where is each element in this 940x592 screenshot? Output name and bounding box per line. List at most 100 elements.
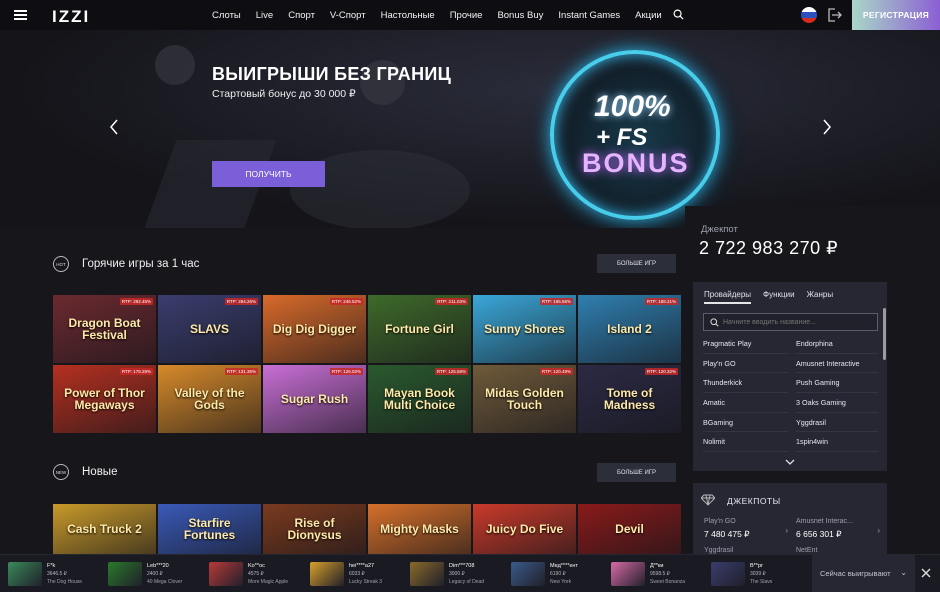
game-title: Starfire Fortunes xyxy=(183,516,236,542)
game-tile[interactable]: Rise of Dionysus xyxy=(263,504,366,554)
tab-genres[interactable]: Жанры xyxy=(807,290,834,304)
game-tile[interactable]: Fortune Girl RTP: 211.03% xyxy=(368,295,471,363)
tab-features[interactable]: Функции xyxy=(763,290,795,304)
game-tile[interactable]: SLAVS RTP: 284.26% xyxy=(158,295,261,363)
game-title: Dragon Boat Festival xyxy=(68,316,141,342)
provider-item[interactable]: Nolimit xyxy=(703,432,788,453)
game-tile[interactable]: Power of Thor Megaways RTP: 178.29% xyxy=(53,365,156,433)
hot-games-grid: Dragon Boat Festival RTP: 292.45% SLAVS RTP… xyxy=(53,295,681,433)
providers-list: Pragmatic Play Endorphina Play'n GO Amusnet… xyxy=(703,334,878,453)
new-icon: NEW xyxy=(53,464,69,480)
provider-item[interactable]: Amusnet Interactive xyxy=(796,354,878,374)
win-user: Ko**oc xyxy=(248,563,265,569)
bonus-art-line3: BONUS xyxy=(582,148,690,178)
game-title: Juicy Do Five xyxy=(485,522,564,536)
win-game: Sweet Bonanza xyxy=(650,579,686,585)
game-tile[interactable]: Devil xyxy=(578,504,681,554)
game-tile[interactable]: Mayan Book Multi Choice RTP: 125.58% xyxy=(368,365,471,433)
provider-item[interactable]: 3 Oaks Gaming xyxy=(796,393,878,413)
recent-win-item[interactable]: Leb***20 2400 ₽ 40 Mega Clover xyxy=(108,561,182,587)
close-icon[interactable] xyxy=(920,567,932,579)
game-tile[interactable]: Juicy Do Five xyxy=(473,504,576,554)
chevron-down-icon[interactable] xyxy=(785,458,795,466)
game-tile[interactable]: Valley of the Gods RTP: 131.35% xyxy=(158,365,261,433)
recent-win-item[interactable]: hei****a27 6033 ₽ Lucky Streak 3 xyxy=(310,561,382,587)
jackpot-card[interactable]: Amusnet Interac... 6 656 301 ₽ › xyxy=(796,518,884,546)
nav-promotions[interactable]: Акции xyxy=(635,10,662,21)
nav-slots[interactable]: Слоты xyxy=(212,10,241,21)
game-tile[interactable]: Tome of Madness RTP: 120.32% xyxy=(578,365,681,433)
nav-sport[interactable]: Спорт xyxy=(288,10,315,21)
nav-vsport[interactable]: V-Спорт xyxy=(330,10,366,21)
game-tile[interactable]: Sunny Shores RTP: 195.56% xyxy=(473,295,576,363)
win-user: В**рг xyxy=(750,563,764,569)
tab-providers[interactable]: Провайдеры xyxy=(704,290,752,304)
chevron-down-icon: ⌄ xyxy=(900,568,907,577)
login-icon[interactable] xyxy=(826,7,842,23)
game-tile[interactable]: Cash Truck 2 xyxy=(53,504,156,554)
game-tile[interactable]: Mighty Masks xyxy=(368,504,471,554)
jackpot-card-name: NetEnt xyxy=(796,547,818,554)
diamond-icon xyxy=(701,494,715,506)
provider-search xyxy=(703,313,878,331)
provider-item[interactable]: Yggdrasil xyxy=(796,413,878,433)
game-tile[interactable]: Dig Dig Digger RTP: 246.52% xyxy=(263,295,366,363)
game-thumbnail xyxy=(410,562,444,586)
site-logo[interactable]: IZZI xyxy=(52,7,90,27)
search-icon[interactable] xyxy=(673,9,684,20)
game-title: Sunny Shores xyxy=(484,322,565,336)
get-bonus-button[interactable]: ПОЛУЧИТЬ xyxy=(212,161,325,187)
recent-win-item[interactable]: Мед****ент 6190 ₽ New York xyxy=(511,561,578,587)
hot-more-button[interactable]: БОЛЬШЕ ИГР xyxy=(597,254,676,273)
chevron-left-icon[interactable] xyxy=(108,118,120,136)
provider-item[interactable]: Push Gaming xyxy=(796,373,878,394)
hero-title: ВЫИГРЫШИ БЕЗ ГРАНИЦ xyxy=(212,64,452,84)
provider-item[interactable]: Endorphina xyxy=(796,334,878,354)
provider-item[interactable]: Play'n GO xyxy=(703,354,788,374)
game-thumbnail xyxy=(511,562,545,586)
jackpots-panel: ДЖЕКПОТЫ Play'n GO 7 480 475 ₽ › Amusnet… xyxy=(693,483,887,555)
rtp-badge: RTP: 131.35% xyxy=(224,368,258,375)
nav-instant-games[interactable]: Instant Games xyxy=(558,10,620,21)
nav-bonus-buy[interactable]: Bonus Buy xyxy=(497,10,543,21)
nav-other[interactable]: Прочие xyxy=(450,10,483,21)
hot-games-title: Горячие игры за 1 час xyxy=(82,258,200,270)
win-game: More Magic Apple xyxy=(248,579,289,585)
game-tile[interactable]: Midas Golden Touch RTP: 120.49% xyxy=(473,365,576,433)
register-button[interactable]: РЕГИСТРАЦИЯ xyxy=(852,0,940,30)
recent-win-item[interactable]: Д**ки 9598.5 ₽ Sweet Bonanza xyxy=(611,561,685,587)
game-tile[interactable]: Starfire Fortunes xyxy=(158,504,261,554)
recent-win-item[interactable]: F*k 3646.5 ₽ The Dog House xyxy=(8,561,82,587)
hero-banner: 100% + FS BONUS ВЫИГРЫШИ БЕЗ ГРАНИЦ Стар… xyxy=(0,30,940,228)
new-more-button[interactable]: БОЛЬШЕ ИГР xyxy=(597,463,676,482)
language-flag-icon[interactable] xyxy=(801,7,817,23)
provider-item[interactable]: 1spin4win xyxy=(796,432,878,453)
provider-search-input[interactable] xyxy=(723,318,873,326)
recent-win-item[interactable]: Ko**oc 4575 ₽ More Magic Apple xyxy=(209,561,288,587)
win-game: The Slavs xyxy=(750,579,773,585)
game-title: Cash Truck 2 xyxy=(67,522,142,536)
game-tile[interactable]: Dragon Boat Festival RTP: 292.45% xyxy=(53,295,156,363)
recent-wins-label: Сейчас выигрывают xyxy=(820,569,891,578)
menu-icon[interactable] xyxy=(14,10,27,20)
provider-item[interactable]: Amatic xyxy=(703,393,788,413)
game-title: Valley of the Gods xyxy=(174,386,245,412)
chevron-right-icon[interactable] xyxy=(821,118,833,136)
nav-live[interactable]: Live xyxy=(256,10,273,21)
casino-page: { "header": { "logo": "IZZI", "nav": ["С… xyxy=(0,0,940,592)
game-tile[interactable]: Sugar Rush RTP: 126.02% xyxy=(263,365,366,433)
rtp-badge: RTP: 195.56% xyxy=(539,298,573,305)
jackpot-card[interactable]: Play'n GO 7 480 475 ₽ › xyxy=(704,518,792,546)
win-game: New York xyxy=(550,579,572,585)
recent-wins-toggle[interactable]: Сейчас выигрывают ⌄ xyxy=(812,555,915,592)
chevron-right-icon: › xyxy=(785,526,788,535)
game-tile[interactable]: Island 2 RTP: 188.21% xyxy=(578,295,681,363)
recent-win-item[interactable]: В**рг 3039 ₽ The Slavs xyxy=(711,561,772,587)
provider-item[interactable]: Pragmatic Play xyxy=(703,334,788,354)
providers-scrollbar[interactable] xyxy=(883,308,886,360)
game-title: Power of Thor Megaways xyxy=(64,386,145,412)
provider-item[interactable]: BGaming xyxy=(703,413,788,433)
recent-win-item[interactable]: Dim***708 3000 ₽ Legacy of Dead xyxy=(410,561,484,587)
nav-table[interactable]: Настольные xyxy=(381,10,435,21)
provider-item[interactable]: Thunderkick xyxy=(703,373,788,394)
